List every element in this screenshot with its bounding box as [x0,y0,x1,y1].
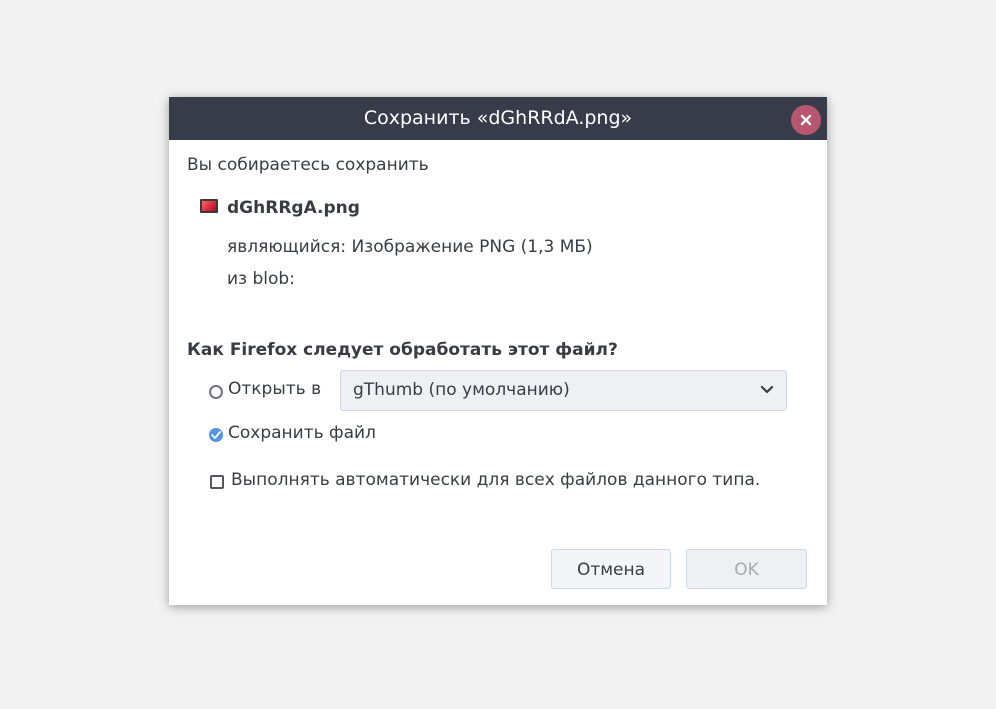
ok-button[interactable]: OK [686,549,807,589]
dialog-title: Сохранить «dGhRRdA.png» [363,107,633,129]
dialog-titlebar[interactable]: Сохранить «dGhRRdA.png» [169,97,827,140]
close-icon [800,114,812,126]
application-select[interactable]: gThumb (по умолчанию) [340,370,787,411]
action-question: Как Firefox следует обработать этот файл… [187,340,618,360]
save-file-label[interactable]: Сохранить файл [228,423,376,443]
close-button[interactable] [791,105,821,135]
auto-action-checkbox[interactable] [210,475,224,489]
check-icon [211,431,221,439]
cancel-button[interactable]: Отмена [551,549,671,589]
open-with-label[interactable]: Открыть в [228,379,321,399]
save-file-dialog: Сохранить «dGhRRdA.png» Вы собираетесь с… [169,97,827,605]
application-select-value: gThumb (по умолчанию) [353,380,570,400]
file-type: являющийся: Изображение PNG (1,3 МБ) [227,237,593,257]
png-image-icon [200,199,218,213]
intro-text: Вы собираетесь сохранить [187,155,429,175]
save-file-radio[interactable] [209,428,223,442]
chevron-down-icon [760,385,774,394]
file-source: из blob: [227,269,295,289]
open-with-radio[interactable] [209,385,223,399]
auto-action-label[interactable]: Выполнять автоматически для всех файлов … [231,470,760,490]
file-name: dGhRRgA.png [227,198,360,218]
